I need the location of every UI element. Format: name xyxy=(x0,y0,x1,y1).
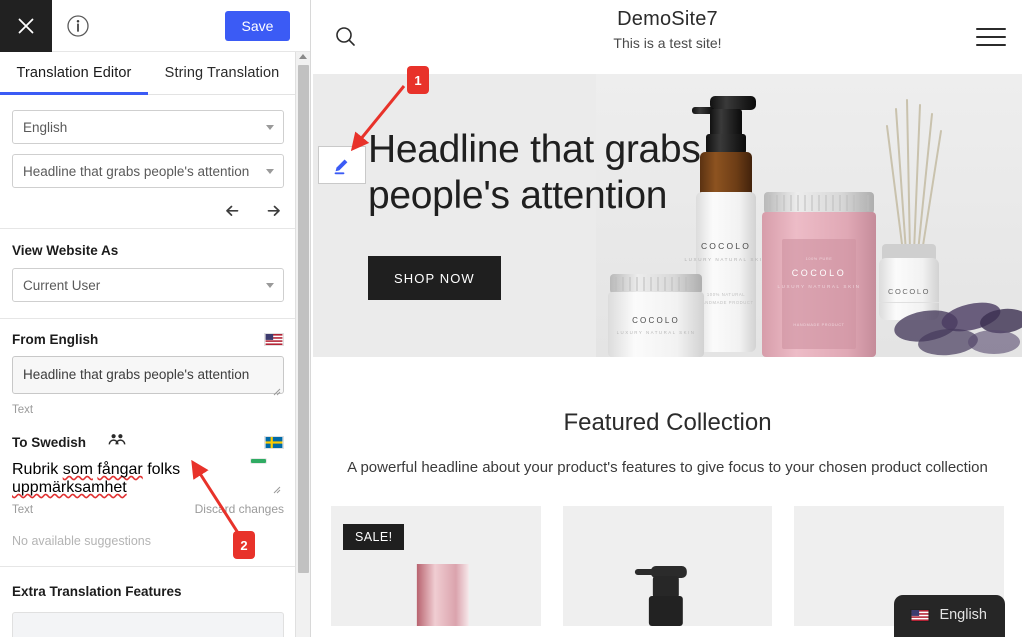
us-flag-icon xyxy=(910,608,931,622)
redo-icon[interactable] xyxy=(262,202,282,225)
sidebar-topbar: Save xyxy=(0,0,310,52)
extra-features-block: Extra Translation Features xyxy=(0,567,296,637)
scrollbar-thumb[interactable] xyxy=(298,65,309,573)
svg-text:LUXURY NATURAL SKIN: LUXURY NATURAL SKIN xyxy=(777,284,860,289)
undo-icon[interactable] xyxy=(224,202,244,225)
language-select[interactable]: English xyxy=(12,110,284,144)
us-flag-icon xyxy=(264,333,284,346)
svg-text:HANDMADE PRODUCT: HANDMADE PRODUCT xyxy=(793,323,844,327)
site-preview: DemoSite7 This is a test site! COCOLO CO… xyxy=(311,0,1024,637)
source-type-row: Text xyxy=(12,404,284,416)
hamburger-menu-icon[interactable] xyxy=(976,28,1006,47)
close-icon[interactable] xyxy=(0,0,52,52)
annotation-badge-1: 1 xyxy=(407,66,429,94)
target-type-label: Text xyxy=(12,504,34,516)
site-tagline: This is a test site! xyxy=(613,35,722,51)
from-language-header: From English xyxy=(12,332,284,347)
annotation-badge-2: 2 xyxy=(233,531,255,559)
view-website-as-value: Current User xyxy=(23,277,101,293)
view-website-as-label: View Website As xyxy=(12,243,119,258)
tab-translation-editor[interactable]: Translation Editor xyxy=(0,52,148,95)
extra-features-label: Extra Translation Features xyxy=(12,584,182,599)
svg-text:LUXURY NATURAL SKIN: LUXURY NATURAL SKIN xyxy=(617,330,696,335)
view-website-as-block: View Website As Current User xyxy=(0,229,296,318)
svg-text:LUXURY NATURAL SKIN: LUXURY NATURAL SKIN xyxy=(684,257,767,262)
chevron-down-icon xyxy=(266,283,274,288)
product-card[interactable]: SALE! xyxy=(331,506,541,626)
language-select-value: English xyxy=(23,119,68,135)
save-button[interactable]: Save xyxy=(225,10,290,41)
string-select[interactable]: Headline that grabs people's attention xyxy=(12,154,284,188)
svg-text:100% NATURAL: 100% NATURAL xyxy=(707,292,745,297)
to-language-header: To Swedish xyxy=(12,432,284,452)
hero-section: COCOLO COCOLO LUXURY NATURAL SKIN 100% N… xyxy=(313,74,1022,357)
hero-text-block: Headline that grabs people's attention xyxy=(368,127,768,219)
source-type-label: Text xyxy=(12,404,34,416)
featured-title: Featured Collection xyxy=(563,409,772,436)
svg-text:COCOLO: COCOLO xyxy=(888,287,930,296)
sidebar-tabs: Translation Editor String Translation xyxy=(0,52,296,95)
language-selector-block: English xyxy=(0,95,296,144)
se-flag-icon xyxy=(264,435,284,449)
shop-now-button[interactable]: SHOP NOW xyxy=(368,256,501,300)
featured-subtitle: A powerful headline about your product's… xyxy=(347,459,988,476)
translation-editor-sidebar: Save Translation Editor String Translati… xyxy=(0,0,311,637)
source-text-input[interactable]: Headline that grabs people's attention xyxy=(12,356,284,394)
people-icon[interactable] xyxy=(107,432,127,452)
translation-complete-indicator xyxy=(250,458,267,464)
history-controls xyxy=(0,198,296,228)
pencil-edit-icon[interactable] xyxy=(318,146,366,184)
sidebar-scrollbar[interactable] xyxy=(295,52,310,637)
extra-features-field[interactable] xyxy=(12,612,284,637)
site-title: DemoSite7 xyxy=(617,8,718,30)
tab-string-translation[interactable]: String Translation xyxy=(148,52,296,94)
scroll-up-arrow-icon[interactable] xyxy=(299,54,307,59)
info-icon[interactable] xyxy=(52,0,104,52)
chevron-down-icon xyxy=(266,125,274,130)
source-text-wrap: Headline that grabs people's attention xyxy=(12,356,284,399)
svg-text:COCOLO: COCOLO xyxy=(632,316,680,325)
string-selector-block: Headline that grabs people's attention xyxy=(0,144,296,188)
svg-text:COCOLO: COCOLO xyxy=(701,241,751,251)
app-root: Save Translation Editor String Translati… xyxy=(0,0,1024,637)
target-text-input[interactable]: Rubrik som fångar folks uppmärksamhet xyxy=(12,461,284,497)
from-language-block: From English Headline that grabs people'… xyxy=(0,319,296,416)
from-language-label: From English xyxy=(12,332,99,347)
svg-text:COCOLO: COCOLO xyxy=(792,268,847,278)
product-card[interactable] xyxy=(562,506,773,626)
site-header: DemoSite7 This is a test site! xyxy=(311,0,1024,74)
svg-text:100% PURE: 100% PURE xyxy=(806,257,833,261)
featured-collection-section: Featured Collection A powerful headline … xyxy=(311,357,1024,476)
to-language-label: To Swedish xyxy=(12,434,87,450)
svg-text:HANDMADE PRODUCT: HANDMADE PRODUCT xyxy=(698,300,753,305)
hero-headline: Headline that grabs people's attention xyxy=(368,128,701,218)
sale-badge: SALE! xyxy=(343,524,405,550)
target-text-wrap: Rubrik som fångar folks uppmärksamhet xyxy=(12,458,284,497)
string-select-value: Headline that grabs people's attention xyxy=(23,163,250,179)
search-icon[interactable] xyxy=(333,24,359,50)
target-meta-row: Text Discard changes xyxy=(12,502,284,516)
view-website-as-select[interactable]: Current User xyxy=(12,268,284,302)
site-branding: DemoSite7 This is a test site! xyxy=(311,8,1024,51)
language-switcher[interactable]: English xyxy=(894,595,1005,637)
language-switcher-label: English xyxy=(939,607,987,623)
chevron-down-icon xyxy=(266,169,274,174)
product-image xyxy=(562,506,773,626)
discard-changes-link[interactable]: Discard changes xyxy=(195,502,284,516)
